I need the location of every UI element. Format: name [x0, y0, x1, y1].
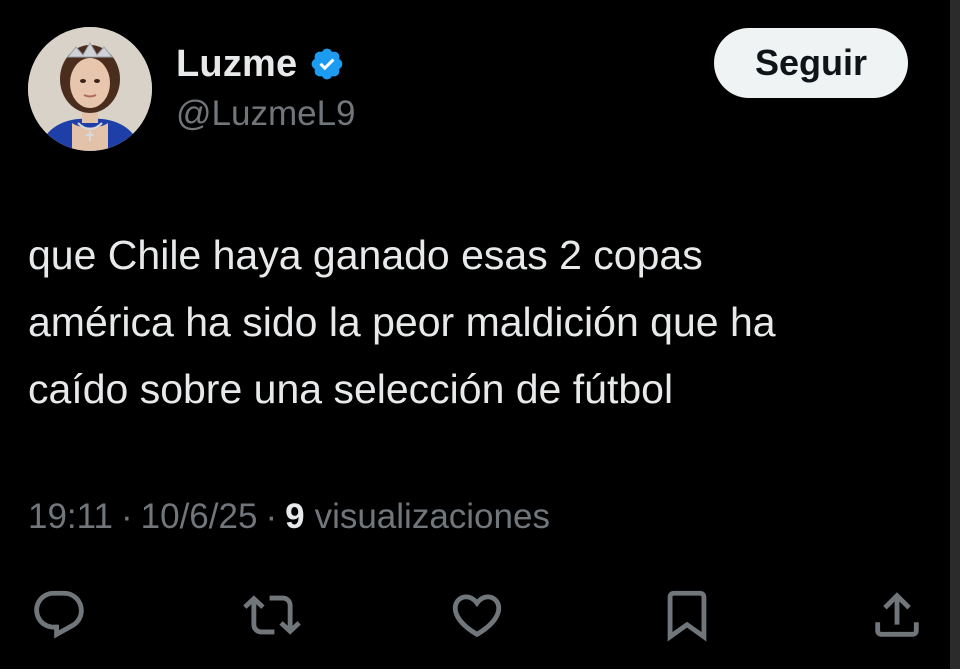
reply-icon: [34, 590, 84, 639]
share-button[interactable]: [862, 580, 932, 650]
tweet-text: que Chile haya ganado esas 2 copas améri…: [28, 222, 928, 423]
follow-button[interactable]: Seguir: [714, 28, 908, 98]
views-count[interactable]: 9: [285, 497, 304, 537]
tweet-text-line: américa ha sido la peor maldición que ha: [28, 299, 776, 345]
tweet-text-line: que Chile haya ganado esas 2 copas: [28, 232, 703, 278]
views-label[interactable]: visualizaciones: [315, 497, 550, 537]
display-name[interactable]: Luzme: [176, 43, 297, 86]
retweet-icon: [243, 595, 301, 635]
share-icon: [875, 592, 919, 637]
avatar[interactable]: [28, 27, 152, 151]
bookmark-icon: [667, 590, 707, 642]
scrollbar[interactable]: [950, 0, 960, 669]
meta-separator: ·: [121, 497, 133, 536]
avatar-image: [28, 27, 152, 151]
tweet-text-line: caído sobre una selección de fútbol: [28, 366, 674, 412]
tweet-actions: [0, 580, 960, 650]
retweet-button[interactable]: [237, 580, 307, 650]
tweet-card: Luzme @LuzmeL9 Seguir que Chile haya gan…: [0, 0, 960, 669]
user-handle[interactable]: @LuzmeL9: [176, 94, 356, 134]
tweet-time[interactable]: 19:11: [28, 497, 113, 537]
reply-button[interactable]: [24, 580, 94, 650]
bookmark-button[interactable]: [652, 580, 722, 650]
verified-badge-icon: [309, 46, 345, 82]
meta-separator: ·: [265, 497, 278, 536]
user-name-row: Luzme: [176, 42, 345, 86]
tweet-meta: 19:11 · 10/6/25 · 9 visualizaciones: [28, 492, 550, 542]
heart-icon: [452, 594, 502, 638]
like-button[interactable]: [442, 580, 512, 650]
tweet-date[interactable]: 10/6/25: [141, 497, 258, 537]
